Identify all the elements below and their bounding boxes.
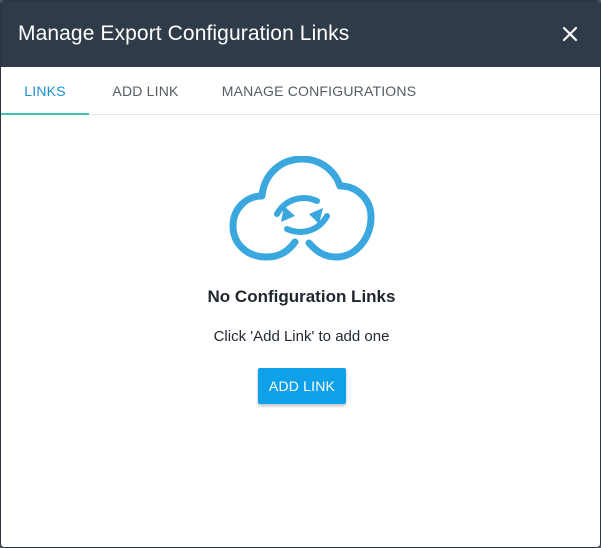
tab-links-label: LINKS	[24, 82, 66, 99]
add-link-button[interactable]: ADD LINK	[258, 368, 346, 404]
tab-links[interactable]: LINKS	[1, 67, 89, 115]
dialog-header: Manage Export Configuration Links	[1, 1, 600, 67]
cloud-sync-icon	[229, 156, 375, 261]
close-icon	[562, 26, 578, 42]
close-button[interactable]	[556, 20, 584, 48]
tab-manage-configurations-label: MANAGE CONFIGURATIONS	[221, 82, 417, 99]
tab-add-link-label: ADD LINK	[112, 82, 179, 99]
tab-manage-configurations[interactable]: MANAGE CONFIGURATIONS	[202, 67, 436, 114]
empty-state-title: No Configuration Links	[207, 287, 396, 306]
empty-state-subtitle: Click 'Add Link' to add one	[213, 328, 390, 345]
dialog-title: Manage Export Configuration Links	[18, 22, 350, 45]
empty-state: No Configuration Links Click 'Add Link' …	[1, 115, 600, 547]
tab-bar: LINKS ADD LINK MANAGE CONFIGURATIONS	[1, 67, 600, 115]
tab-add-link[interactable]: ADD LINK	[89, 67, 202, 114]
manage-links-dialog: Manage Export Configuration Links LINKS …	[0, 0, 601, 548]
